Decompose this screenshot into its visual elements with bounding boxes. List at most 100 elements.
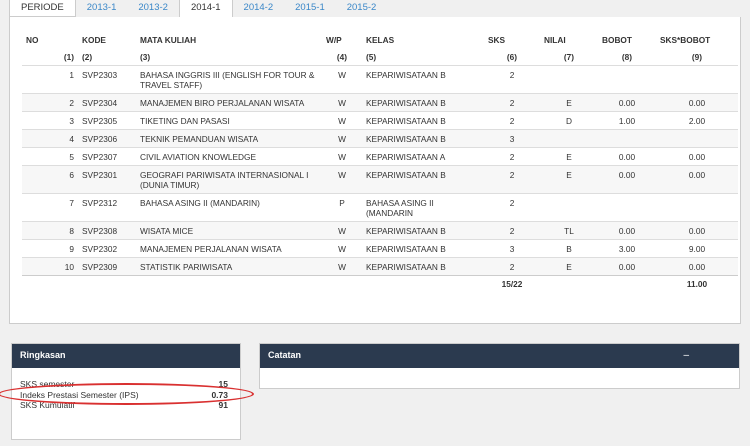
- cell-bobot: 3.00: [598, 239, 656, 258]
- tab-2013-2[interactable]: 2013-2: [127, 0, 179, 17]
- cell-kelas: KEPARIWISATAAN B: [362, 239, 484, 258]
- cell-kelas: KEPARIWISATAAN B: [362, 257, 484, 276]
- cell-mk: STATISTIK PARIWISATA: [136, 257, 322, 276]
- subheader-cell: (1): [63, 52, 74, 62]
- cell-wp: W: [322, 129, 362, 148]
- notes-panel: Catatan –: [259, 343, 740, 389]
- cell-sb: 0.00: [656, 257, 738, 276]
- table-row: 9 SVP2302 MANAJEMEN PERJALANAN WISATA W KEPA…: [22, 239, 738, 258]
- header-nilai: NILAI: [544, 34, 566, 45]
- tab-2015-1[interactable]: 2015-1: [284, 0, 336, 17]
- cell-nilai: D: [540, 111, 598, 130]
- cell-no: 5: [22, 147, 78, 166]
- cell-sb: [656, 129, 738, 148]
- cell-kelas: KEPARIWISATAAN B: [362, 165, 484, 194]
- subheader-cell: (9): [691, 52, 703, 62]
- cell-mk: TEKNIK PEMANDUAN WISATA: [136, 129, 322, 148]
- subheader-cell: (4): [336, 52, 348, 62]
- table-row: 4 SVP2306 TEKNIK PEMANDUAN WISATA W KEPARIWI…: [22, 129, 738, 148]
- cell-mk: MANAJEMEN PERJALANAN WISATA: [136, 239, 322, 258]
- subheader-cell: (8): [621, 52, 633, 62]
- cell-kode: SVP2301: [78, 165, 136, 194]
- cell-sb: 0.00: [656, 165, 738, 194]
- cell-nilai: E: [540, 93, 598, 112]
- total-empty-cell: [22, 275, 78, 294]
- header-sks: SKS: [488, 34, 506, 45]
- cell-no: 8: [22, 221, 78, 240]
- cell-no: 9: [22, 239, 78, 258]
- cell-sb: 0.00: [656, 221, 738, 240]
- header-mata-kuliah: MATA KULIAH: [140, 34, 197, 45]
- cell-wp: W: [322, 93, 362, 112]
- grades-table: NO KODE MATA KULIAH W/P KELAS SKS NILAI …: [22, 30, 738, 294]
- cell-mk: GEOGRAFI PARIWISATA INTERNASIONAL I (DUN…: [136, 165, 322, 194]
- cell-sb: [656, 65, 738, 94]
- cell-kelas: KEPARIWISATAAN B: [362, 111, 484, 130]
- cell-wp: W: [322, 65, 362, 94]
- cell-sb: [656, 193, 738, 222]
- cell-kelas: KEPARIWISATAAN A: [362, 147, 484, 166]
- summary-label: SKS semester: [20, 379, 75, 389]
- cell-no: 3: [22, 111, 78, 130]
- tab-2015-2[interactable]: 2015-2: [336, 0, 388, 17]
- summary-label: SKS Kumulatif: [20, 400, 75, 410]
- cell-wp: W: [322, 165, 362, 194]
- cell-sb: 0.00: [656, 147, 738, 166]
- header-sks-bobot: SKS*BOBOT: [660, 34, 711, 45]
- subheader-cell: (5): [366, 52, 377, 62]
- summary-value: 15: [218, 379, 228, 389]
- cell-no: 7: [22, 193, 78, 222]
- cell-sb: 9.00: [656, 239, 738, 258]
- table-row: 5 SVP2307 CIVIL AVIATION KNOWLEDGE W KEPARIW…: [22, 147, 738, 166]
- cell-no: 6: [22, 165, 78, 194]
- table-subheader-row: (1) (2) (3) (4) (5) (6) (7) (8) (9): [22, 49, 738, 66]
- total-empty-cell: [540, 275, 598, 294]
- period-tabs: PERIODE 2013-1 2013-2 2014-1 2014-2 2015…: [9, 0, 387, 18]
- cell-mk: TIKETING DAN PASASI: [136, 111, 322, 130]
- total-empty-cell: [136, 275, 322, 294]
- table-row: 1 SVP2303 BAHASA INGGRIS III (ENGLISH FOR …: [22, 65, 738, 94]
- cell-kode: SVP2303: [78, 65, 136, 94]
- header-wp: W/P: [326, 34, 342, 45]
- tab-2014-2[interactable]: 2014-2: [233, 0, 285, 17]
- tab-periode-label: PERIODE: [9, 0, 76, 17]
- cell-sks: 2: [484, 257, 540, 276]
- tab-2013-1[interactable]: 2013-1: [76, 0, 128, 17]
- table-row: 2 SVP2304 MANAJEMEN BIRO PERJALANAN WISATA…: [22, 93, 738, 112]
- cell-kelas: KEPARIWISATAAN B: [362, 221, 484, 240]
- cell-kode: SVP2304: [78, 93, 136, 112]
- cell-kelas: KEPARIWISATAAN B: [362, 65, 484, 94]
- cell-sks: 3: [484, 239, 540, 258]
- cell-nilai: E: [540, 257, 598, 276]
- table-total-row: 15/22 11.00: [22, 275, 738, 294]
- cell-sks: 2: [484, 147, 540, 166]
- table-row: 8 SVP2308 WISATA MICE W KEPARIWISATAAN B 2 TL 0…: [22, 221, 738, 240]
- table-header-row: NO KODE MATA KULIAH W/P KELAS SKS NILAI …: [22, 30, 738, 49]
- summary-row-sks-semester: SKS semester 15: [20, 379, 228, 389]
- cell-kode: SVP2305: [78, 111, 136, 130]
- header-bobot: BOBOT: [602, 34, 632, 45]
- cell-nilai: [540, 193, 598, 222]
- cell-bobot: [598, 129, 656, 148]
- cell-bobot: 1.00: [598, 111, 656, 130]
- cell-sks: 2: [484, 193, 540, 222]
- cell-bobot: [598, 193, 656, 222]
- total-empty-cell: [322, 275, 362, 294]
- collapse-icon[interactable]: –: [683, 350, 689, 361]
- header-no: NO: [26, 34, 39, 45]
- cell-kode: SVP2302: [78, 239, 136, 258]
- cell-kode: SVP2306: [78, 129, 136, 148]
- cell-no: 2: [22, 93, 78, 112]
- cell-mk: BAHASA INGGRIS III (ENGLISH FOR TOUR & T…: [136, 65, 322, 94]
- cell-wp: W: [322, 221, 362, 240]
- header-kelas: KELAS: [366, 34, 395, 45]
- cell-bobot: 0.00: [598, 147, 656, 166]
- subheader-cell: (2): [82, 52, 93, 62]
- cell-sks: 2: [484, 93, 540, 112]
- cell-bobot: 0.00: [598, 257, 656, 276]
- tab-2014-1[interactable]: 2014-1: [178, 0, 233, 18]
- total-empty-cell: [78, 275, 136, 294]
- cell-sks: 3: [484, 129, 540, 148]
- cell-sb: 0.00: [656, 93, 738, 112]
- cell-sks: 2: [484, 165, 540, 194]
